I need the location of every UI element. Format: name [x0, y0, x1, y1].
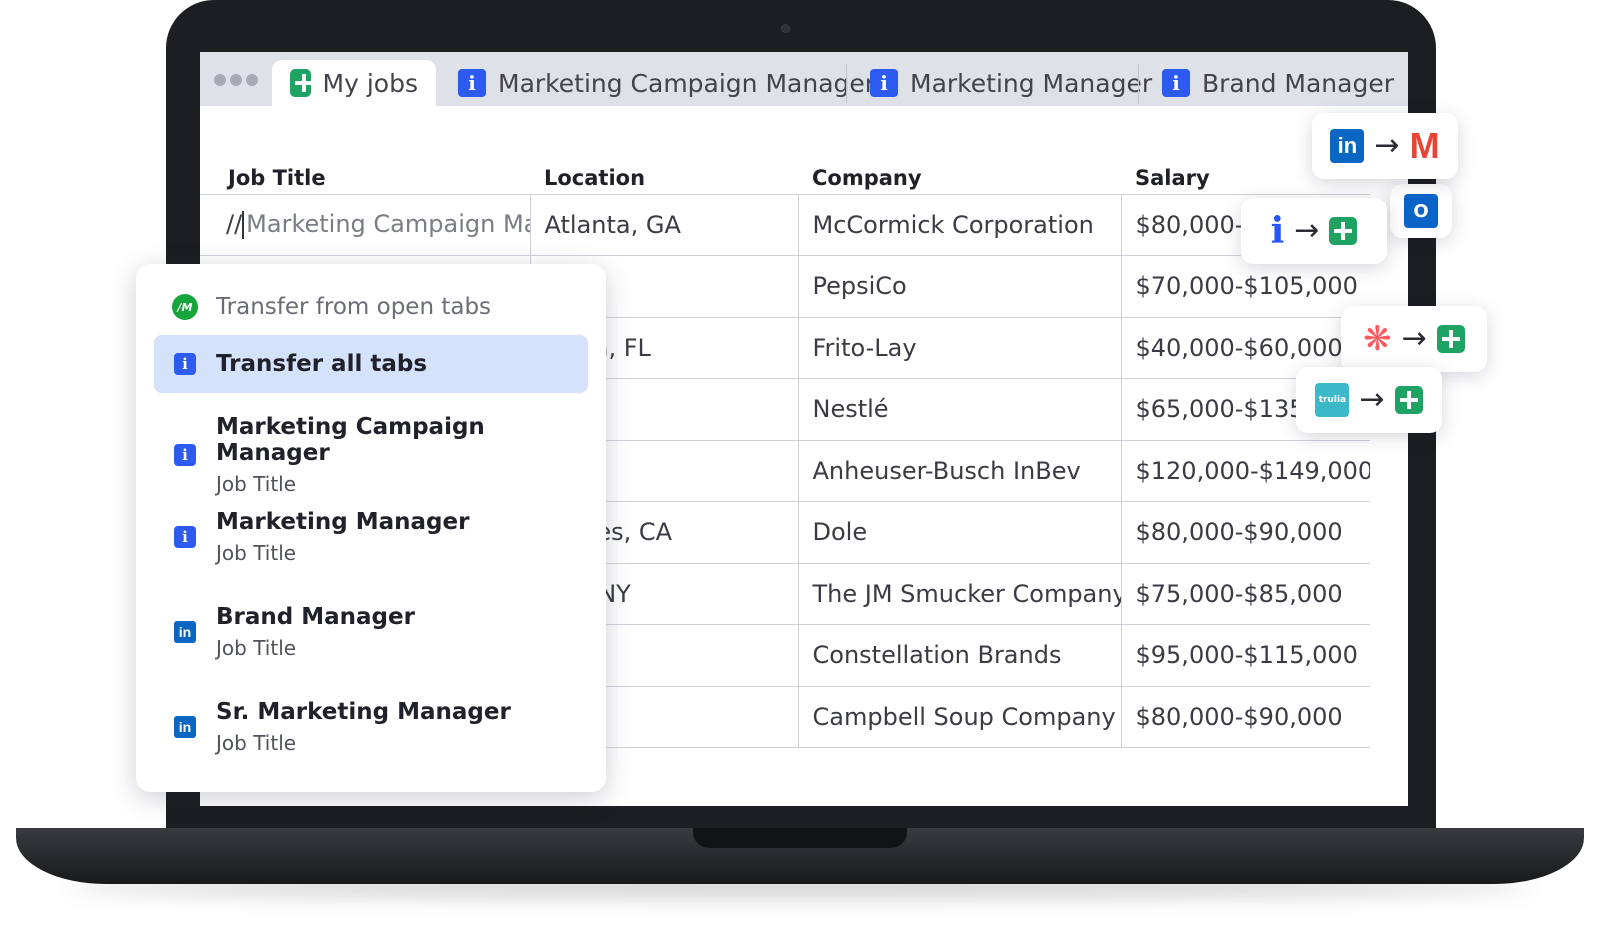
option-subtitle: Job Title: [215, 472, 297, 496]
tab-bar: My jobs i Marketing Campaign Manager i M…: [200, 52, 1408, 106]
outlook-icon: O: [1404, 194, 1438, 228]
company-cell[interactable]: Constellation Brands: [798, 624, 1122, 687]
google-sheets-icon: [1394, 386, 1423, 414]
tab-label: Brand Manager: [1202, 68, 1394, 98]
tab-label: My jobs: [322, 68, 418, 98]
company-cell[interactable]: Frito-Lay: [798, 317, 1122, 379]
company-cell[interactable]: Nestlé: [798, 378, 1122, 441]
arrow-right-icon: →: [1374, 128, 1400, 163]
company-cell[interactable]: The JM Smucker Company: [798, 563, 1122, 625]
tab-label: Marketing Campaign Manager: [498, 68, 876, 98]
salary-cell[interactable]: $80,000-$90,000: [1121, 686, 1370, 748]
table-header-row: Job Title Location Company Salary: [200, 134, 1370, 195]
company-cell[interactable]: McCormick Corporation: [798, 194, 1122, 256]
indeed-icon: i: [174, 526, 196, 548]
linkedin-icon: in: [1330, 129, 1365, 163]
table-row: //Marketing Campaign Man Atlanta, GA McC…: [200, 194, 1370, 256]
tab-marketing-campaign-manager[interactable]: i Marketing Campaign Manager: [440, 60, 893, 106]
arrow-right-icon: →: [1359, 382, 1385, 417]
indeed-icon: i: [174, 444, 196, 466]
indeed-icon: i: [870, 69, 898, 97]
job-title-cell-editing[interactable]: //Marketing Campaign Man: [200, 194, 531, 256]
salary-cell[interactable]: $70,000-$105,000: [1121, 255, 1370, 318]
salary-cell[interactable]: $120,000-$149,000: [1121, 440, 1370, 502]
company-cell[interactable]: Campbell Soup Company: [798, 686, 1122, 748]
transfer-dropdown-menu: /M Transfer from open tabs i Transfer al…: [136, 264, 606, 792]
trulia-to-sheets-card: trulia →: [1296, 367, 1442, 433]
linkedin-icon: in: [174, 621, 196, 643]
laptop-notch: [693, 828, 907, 848]
outlook-card: O: [1390, 184, 1452, 238]
airbnb-icon: ❋: [1363, 319, 1392, 359]
option-label: Transfer all tabs: [216, 351, 428, 377]
option-subtitle: Job Title: [216, 636, 297, 660]
tab-divider: [846, 64, 847, 104]
airbnb-to-sheets-card: ❋ →: [1341, 306, 1487, 372]
linkedin-to-gmail-card: in → M: [1312, 113, 1458, 179]
instant-data-scraper-logo-icon: /M: [172, 294, 198, 320]
tab-marketing-manager[interactable]: i Marketing Manager: [852, 60, 1170, 106]
option-title: Marketing Manager: [216, 509, 470, 535]
arrow-right-icon: →: [1294, 213, 1320, 248]
google-sheets-icon: [290, 69, 313, 97]
column-header-company[interactable]: Company: [798, 134, 1121, 195]
option-subtitle: Job Title: [216, 541, 297, 565]
dropdown-item-marketing-manager[interactable]: i Marketing Manager Job Title: [174, 509, 469, 565]
google-sheets-icon: [1436, 325, 1465, 353]
option-title: Marketing Campaign Manager: [215, 414, 485, 466]
company-cell[interactable]: PepsiCo: [798, 255, 1122, 318]
tab-divider: [1138, 64, 1139, 104]
trulia-icon: trulia: [1315, 383, 1350, 417]
window-controls[interactable]: [214, 74, 258, 86]
indeed-to-sheets-card: i →: [1241, 198, 1387, 264]
tab-brand-manager[interactable]: i Brand Manager: [1144, 60, 1408, 106]
column-header-location[interactable]: Location: [530, 134, 798, 195]
text-cursor: [242, 211, 245, 240]
tab-my-jobs[interactable]: My jobs: [272, 60, 436, 106]
company-cell[interactable]: Anheuser-Busch InBev: [798, 440, 1122, 502]
location-cell[interactable]: Atlanta, GA: [530, 194, 799, 256]
salary-cell[interactable]: $95,000-$115,000: [1121, 624, 1370, 687]
indeed-icon: i: [1162, 69, 1190, 97]
transfer-all-tabs-option[interactable]: i Transfer all tabs: [154, 335, 588, 393]
dropdown-item-brand-manager[interactable]: in Brand Manager Job Title: [174, 604, 415, 660]
gmail-icon: M: [1409, 125, 1440, 166]
dropdown-header-label: Transfer from open tabs: [216, 294, 492, 320]
dropdown-item-sr-marketing-manager[interactable]: in Sr. Marketing Manager Job Title: [174, 699, 511, 755]
job-title-value: Marketing Campaign Man: [246, 210, 530, 239]
tab-label: Marketing Manager: [910, 68, 1153, 98]
dropdown-item-marketing-campaign-manager[interactable]: i Marketing Campaign Manager Job Title: [174, 414, 606, 496]
command-prefix: //: [226, 210, 243, 239]
linkedin-icon: in: [174, 716, 196, 738]
indeed-icon: i: [458, 69, 486, 97]
column-header-job-title[interactable]: Job Title: [200, 134, 530, 195]
salary-cell[interactable]: $80,000-$90,000: [1121, 501, 1370, 564]
option-subtitle: Job Title: [216, 731, 297, 755]
company-cell[interactable]: Dole: [798, 501, 1122, 564]
dropdown-header: /M Transfer from open tabs: [172, 294, 491, 320]
indeed-icon: i: [174, 353, 196, 375]
arrow-right-icon: →: [1401, 321, 1427, 356]
indeed-logo-icon: i: [1270, 210, 1285, 252]
option-title: Brand Manager: [216, 604, 415, 630]
google-sheets-icon: [1329, 217, 1358, 245]
webcam: [781, 24, 790, 33]
salary-cell[interactable]: $75,000-$85,000: [1121, 563, 1370, 625]
option-title: Sr. Marketing Manager: [216, 699, 511, 725]
